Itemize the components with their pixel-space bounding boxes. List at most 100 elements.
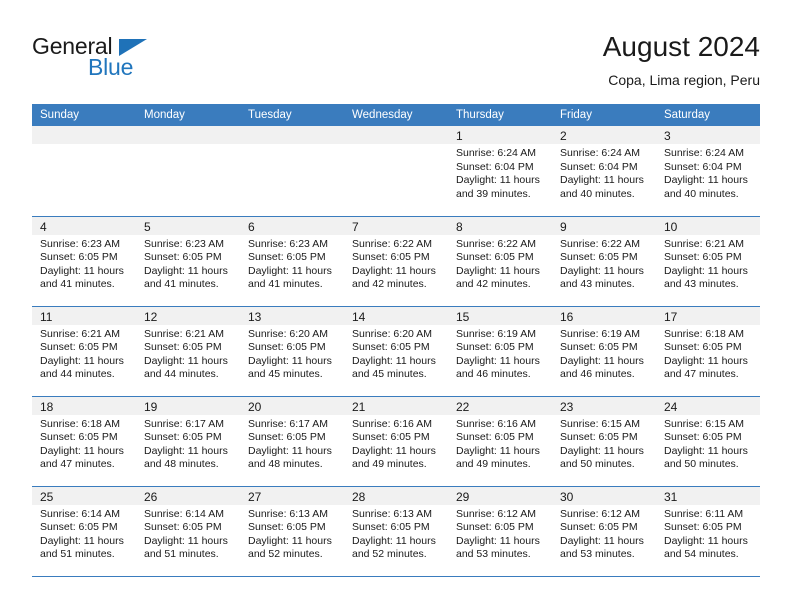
day-cell-details: Sunrise: 6:20 AM Sunset: 6:05 PM Daylight:… [344, 325, 448, 382]
calendar-day-cell-empty [32, 126, 136, 217]
calendar-day-cell[interactable]: 20 Sunrise: 6:17 AM Sunset: 6:05 PM Dayligh… [240, 396, 344, 487]
calendar-day-cell[interactable]: 17 Sunrise: 6:18 AM Sunset: 6:05 PM Dayligh… [656, 306, 760, 397]
daylight-text: Daylight: 11 hours [40, 354, 124, 367]
day-number: 18 [40, 399, 54, 414]
calendar-day-cell[interactable]: 23 Sunrise: 6:15 AM Sunset: 6:05 PM Dayligh… [552, 396, 656, 487]
daylight-text: and 47 minutes. [664, 368, 739, 381]
calendar-header-row: Sunday Monday Tuesday Wednesday Thursday Frid… [32, 104, 760, 126]
day-cell-details: Sunrise: 6:22 AM Sunset: 6:05 PM Daylight:… [344, 235, 448, 292]
day-number: 9 [560, 219, 567, 234]
calendar-day-cell[interactable]: 3 Sunrise: 6:24 AM Sunset: 6:04 PM Daylight… [656, 126, 760, 217]
day-cell-inner: 28 Sunrise: 6:13 AM Sunset: 6:05 PM Dayligh… [344, 486, 448, 576]
day-number-band: 26 [136, 486, 240, 505]
calendar-day-cell[interactable]: 2 Sunrise: 6:24 AM Sunset: 6:04 PM Daylight… [552, 126, 656, 217]
day-cell-inner: 14 Sunrise: 6:20 AM Sunset: 6:05 PM Dayligh… [344, 306, 448, 396]
sunrise-text: Sunrise: 6:16 AM [456, 417, 536, 430]
calendar-day-cell[interactable]: 26 Sunrise: 6:14 AM Sunset: 6:05 PM Dayligh… [136, 486, 240, 577]
daylight-text: and 50 minutes. [560, 458, 635, 471]
day-number: 25 [40, 489, 54, 504]
sunset-text: Sunset: 6:05 PM [248, 251, 326, 264]
calendar-day-cell[interactable]: 6 Sunrise: 6:23 AM Sunset: 6:05 PM Daylight… [240, 216, 344, 307]
day-cell-inner: 31 Sunrise: 6:11 AM Sunset: 6:05 PM Dayligh… [656, 486, 760, 576]
sunrise-text: Sunrise: 6:22 AM [560, 237, 640, 250]
calendar-day-cell[interactable]: 13 Sunrise: 6:20 AM Sunset: 6:05 PM Dayligh… [240, 306, 344, 397]
day-cell-inner: 26 Sunrise: 6:14 AM Sunset: 6:05 PM Dayligh… [136, 486, 240, 576]
calendar-day-cell[interactable]: 18 Sunrise: 6:18 AM Sunset: 6:05 PM Dayligh… [32, 396, 136, 487]
sunset-text: Sunset: 6:05 PM [352, 251, 430, 264]
daylight-text: Daylight: 11 hours [560, 174, 644, 187]
calendar-day-cell[interactable]: 1 Sunrise: 6:24 AM Sunset: 6:04 PM Daylight… [448, 126, 552, 217]
day-number-band [240, 126, 344, 144]
calendar-day-cell[interactable]: 25 Sunrise: 6:14 AM Sunset: 6:05 PM Dayligh… [32, 486, 136, 577]
calendar-day-cell[interactable]: 12 Sunrise: 6:21 AM Sunset: 6:05 PM Dayligh… [136, 306, 240, 397]
day-number: 12 [144, 309, 158, 324]
day-number: 26 [144, 489, 158, 504]
day-number-band: 4 [32, 216, 136, 235]
calendar-day-cell[interactable]: 19 Sunrise: 6:17 AM Sunset: 6:05 PM Dayligh… [136, 396, 240, 487]
day-number-band: 5 [136, 216, 240, 235]
calendar-day-cell[interactable]: 21 Sunrise: 6:16 AM Sunset: 6:05 PM Dayligh… [344, 396, 448, 487]
calendar-day-cell[interactable]: 29 Sunrise: 6:12 AM Sunset: 6:05 PM Dayligh… [448, 486, 552, 577]
day-number-band [344, 126, 448, 144]
calendar-day-cell[interactable]: 10 Sunrise: 6:21 AM Sunset: 6:05 PM Dayligh… [656, 216, 760, 307]
sunrise-text: Sunrise: 6:21 AM [144, 327, 224, 340]
weekday-header-row: Sunday Monday Tuesday Wednesday Thursday Frid… [32, 104, 760, 126]
calendar-day-cell[interactable]: 7 Sunrise: 6:22 AM Sunset: 6:05 PM Daylight… [344, 216, 448, 307]
calendar-day-cell[interactable]: 24 Sunrise: 6:15 AM Sunset: 6:05 PM Dayligh… [656, 396, 760, 487]
calendar-page: General Blue August 2024 Copa, Lima regi… [0, 0, 792, 612]
daylight-text: Daylight: 11 hours [352, 534, 436, 547]
day-cell-details: Sunrise: 6:17 AM Sunset: 6:05 PM Daylight:… [136, 415, 240, 472]
day-number-band: 13 [240, 306, 344, 325]
calendar-day-cell-empty [136, 126, 240, 217]
sunrise-text: Sunrise: 6:14 AM [144, 507, 224, 520]
calendar-day-cell[interactable]: 28 Sunrise: 6:13 AM Sunset: 6:05 PM Dayligh… [344, 486, 448, 577]
day-cell-details: Sunrise: 6:14 AM Sunset: 6:05 PM Daylight:… [136, 505, 240, 562]
day-number-band [32, 126, 136, 144]
calendar-day-cell[interactable]: 14 Sunrise: 6:20 AM Sunset: 6:05 PM Dayligh… [344, 306, 448, 397]
day-cell-inner: 25 Sunrise: 6:14 AM Sunset: 6:05 PM Dayligh… [32, 486, 136, 576]
calendar-day-cell[interactable]: 27 Sunrise: 6:13 AM Sunset: 6:05 PM Dayligh… [240, 486, 344, 577]
day-number-band: 28 [344, 486, 448, 505]
day-number-band: 7 [344, 216, 448, 235]
daylight-text: and 45 minutes. [352, 368, 427, 381]
sunset-text: Sunset: 6:05 PM [40, 431, 118, 444]
day-number: 3 [664, 129, 671, 143]
day-number: 21 [352, 399, 366, 414]
day-number-band: 12 [136, 306, 240, 325]
calendar-day-cell[interactable]: 30 Sunrise: 6:12 AM Sunset: 6:05 PM Dayligh… [552, 486, 656, 577]
calendar-day-cell[interactable]: 31 Sunrise: 6:11 AM Sunset: 6:05 PM Dayligh… [656, 486, 760, 577]
calendar-day-cell[interactable]: 5 Sunrise: 6:23 AM Sunset: 6:05 PM Daylight… [136, 216, 240, 307]
day-cell-details: Sunrise: 6:16 AM Sunset: 6:05 PM Daylight:… [448, 415, 552, 472]
day-cell-inner: 9 Sunrise: 6:22 AM Sunset: 6:05 PM Daylight… [552, 216, 656, 306]
daylight-text: Daylight: 11 hours [664, 444, 748, 457]
calendar-day-cell[interactable]: 11 Sunrise: 6:21 AM Sunset: 6:05 PM Dayligh… [32, 306, 136, 397]
sunrise-text: Sunrise: 6:23 AM [248, 237, 328, 250]
daylight-text: and 49 minutes. [456, 458, 531, 471]
calendar-day-cell[interactable]: 4 Sunrise: 6:23 AM Sunset: 6:05 PM Daylight… [32, 216, 136, 307]
brand-logo[interactable]: General Blue [32, 34, 162, 86]
daylight-text: Daylight: 11 hours [248, 444, 332, 457]
day-number-band [136, 126, 240, 144]
day-cell-inner: 29 Sunrise: 6:12 AM Sunset: 6:05 PM Dayligh… [448, 486, 552, 576]
sunset-text: Sunset: 6:05 PM [144, 521, 222, 534]
daylight-text: and 49 minutes. [352, 458, 427, 471]
day-cell-details: Sunrise: 6:21 AM Sunset: 6:05 PM Daylight:… [656, 235, 760, 292]
daylight-text: Daylight: 11 hours [144, 354, 228, 367]
day-number-band: 27 [240, 486, 344, 505]
sunrise-text: Sunrise: 6:11 AM [664, 507, 744, 520]
sunset-text: Sunset: 6:05 PM [144, 431, 222, 444]
daylight-text: and 46 minutes. [456, 368, 531, 381]
day-number: 22 [456, 399, 470, 414]
weekday-header-monday: Monday [136, 104, 240, 126]
daylight-text: Daylight: 11 hours [456, 444, 540, 457]
calendar-day-cell[interactable]: 9 Sunrise: 6:22 AM Sunset: 6:05 PM Daylight… [552, 216, 656, 307]
calendar-day-cell[interactable]: 8 Sunrise: 6:22 AM Sunset: 6:05 PM Daylight… [448, 216, 552, 307]
day-number: 28 [352, 489, 366, 504]
calendar-day-cell[interactable]: 15 Sunrise: 6:19 AM Sunset: 6:05 PM Dayligh… [448, 306, 552, 397]
day-cell-inner [344, 126, 448, 216]
calendar-day-cell[interactable]: 16 Sunrise: 6:19 AM Sunset: 6:05 PM Dayligh… [552, 306, 656, 397]
daylight-text: and 43 minutes. [664, 278, 739, 291]
calendar-day-cell[interactable]: 22 Sunrise: 6:16 AM Sunset: 6:05 PM Dayligh… [448, 396, 552, 487]
sunrise-text: Sunrise: 6:23 AM [40, 237, 120, 250]
sunrise-text: Sunrise: 6:15 AM [664, 417, 744, 430]
